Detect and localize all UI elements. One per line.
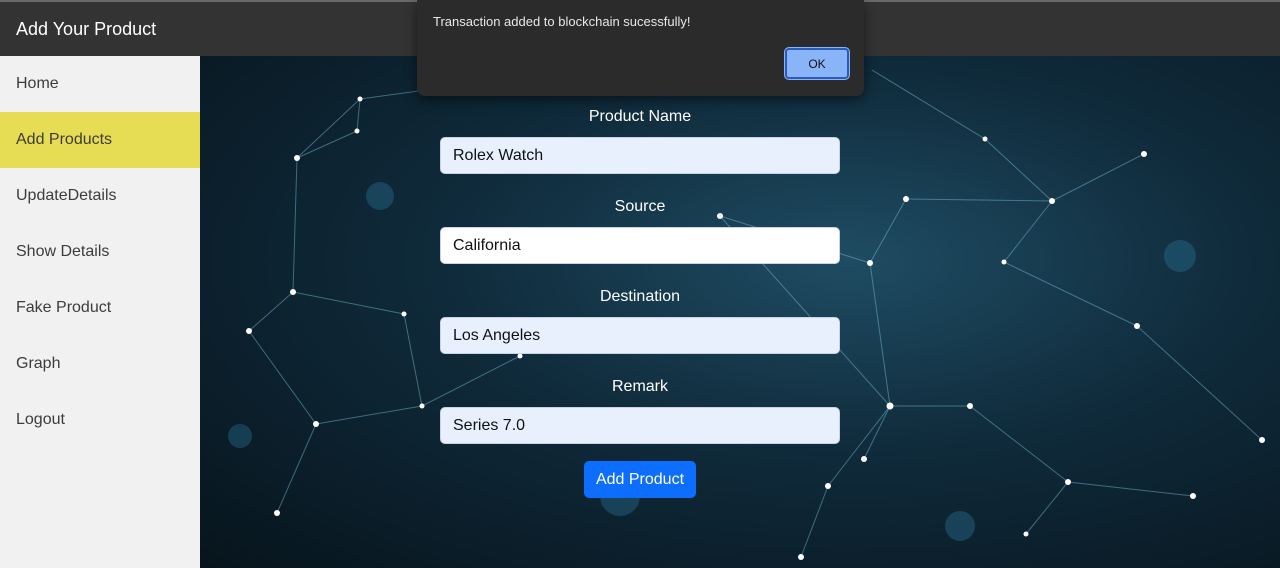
product-name-label: Product Name	[588, 108, 692, 125]
main-content: Product Name Source Destination Remark A…	[200, 56, 1280, 568]
add-product-button[interactable]: Add Product	[583, 461, 697, 498]
destination-input[interactable]	[440, 317, 840, 354]
sidebar-item-update-details[interactable]: UpdateDetails	[0, 168, 200, 224]
sidebar-item-graph[interactable]: Graph	[0, 336, 200, 392]
ok-button[interactable]: OK	[785, 48, 849, 79]
source-input[interactable]	[440, 227, 840, 264]
destination-label: Destination	[599, 288, 681, 305]
sidebar: Home Add Products UpdateDetails Show Det…	[0, 56, 200, 568]
remark-label: Remark	[611, 378, 668, 395]
sidebar-item-logout[interactable]: Logout	[0, 392, 200, 448]
sidebar-item-add-products[interactable]: Add Products	[0, 112, 200, 168]
source-label: Source	[614, 198, 666, 215]
sidebar-item-fake-product[interactable]: Fake Product	[0, 280, 200, 336]
product-name-input[interactable]	[440, 137, 840, 174]
add-product-form: Product Name Source Destination Remark A…	[440, 104, 840, 498]
alert-dialog: Transaction added to blockchain sucessfu…	[417, 0, 864, 96]
sidebar-item-home[interactable]: Home	[0, 56, 200, 112]
alert-message: Transaction added to blockchain sucessfu…	[433, 14, 691, 29]
remark-input[interactable]	[440, 407, 840, 444]
page-title: Add Your Product	[16, 18, 157, 39]
sidebar-item-show-details[interactable]: Show Details	[0, 224, 200, 280]
